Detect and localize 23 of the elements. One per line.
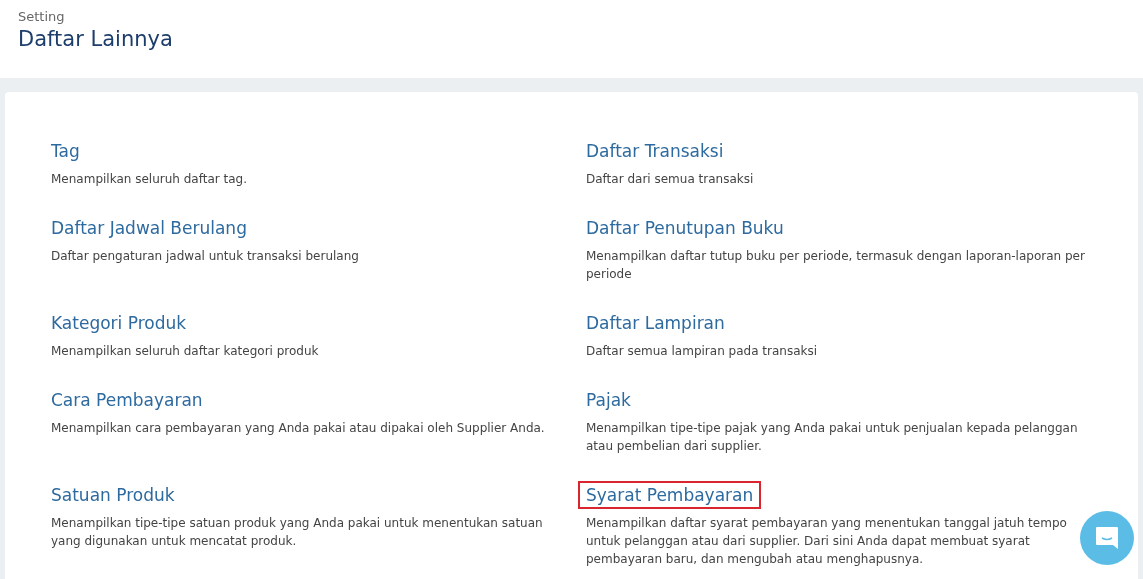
item-description: Menampilkan daftar syarat pembayaran yang menentukan tanggal jatuh tempo untuk pelanggan atau dari supplier. Dari sini Anda dapat membuat syarat pembayaran baru, dan mengubah atau menghapusnya. bbox=[586, 515, 1068, 568]
list-link[interactable]: Cara Pembayaran bbox=[51, 388, 203, 412]
item-description: Daftar dari semua transaksi bbox=[586, 171, 755, 188]
list-link[interactable]: Daftar Jadwal Berulang bbox=[51, 216, 247, 240]
item-description: Menampilkan cara pembayaran yang Anda pakai atau dipakai oleh Supplier Anda. bbox=[51, 420, 546, 437]
item-description: Menampilkan seluruh daftar kategori produk bbox=[51, 343, 320, 360]
item-description: Menampilkan seluruh daftar tag. bbox=[51, 171, 248, 188]
list-link[interactable]: Daftar Transaksi bbox=[586, 139, 724, 163]
list-link[interactable]: Satuan Produk bbox=[51, 483, 175, 507]
list-link[interactable]: Syarat Pembayaran bbox=[578, 481, 762, 509]
chat-bubble-icon bbox=[1094, 525, 1120, 551]
list-link[interactable]: Daftar Penutupan Buku bbox=[586, 216, 784, 240]
item-description: Menampilkan daftar tutup buku per periode, termasuk dengan laporan-laporan per periode bbox=[586, 248, 1086, 283]
list-link[interactable]: Tag bbox=[51, 139, 80, 163]
list-link[interactable]: Pajak bbox=[586, 388, 631, 412]
item-description: Menampilkan tipe-tipe pajak yang Anda pakai untuk penjualan kepada pelanggan atau pembelian dari supplier. bbox=[586, 420, 1079, 455]
list-link[interactable]: Daftar Lampiran bbox=[586, 311, 725, 335]
item-description: Daftar semua lampiran pada transaksi bbox=[586, 343, 819, 360]
item-description: Daftar pengaturan jadwal untuk transaksi berulang bbox=[51, 248, 360, 265]
breadcrumb: Setting bbox=[18, 9, 66, 25]
page-title: Daftar Lainnya bbox=[18, 26, 174, 53]
item-description: Menampilkan tipe-tipe satuan produk yang Anda pakai untuk menentukan satuan yang digunakan untuk mencatat produk. bbox=[51, 515, 544, 550]
list-link[interactable]: Kategori Produk bbox=[51, 311, 187, 335]
